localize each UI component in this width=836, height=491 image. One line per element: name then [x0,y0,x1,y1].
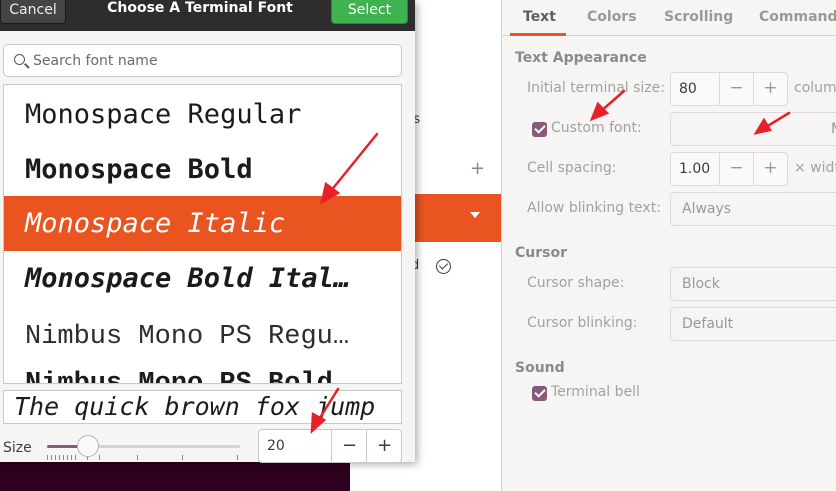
size-increment-button[interactable]: + [366,430,402,462]
font-chooser-dialog: Cancel Choose A Terminal Font Select Mon… [0,0,415,463]
cell-spacing-label: Cell spacing: [527,160,617,176]
preferences-panel: Text Colors Scrolling Command Text Appea… [502,0,836,491]
tab-text[interactable]: Text [523,9,556,25]
cursor-shape-value: Block [682,276,720,292]
cursor-shape-select[interactable]: Block [670,267,836,301]
cursor-blinking-select[interactable]: Default [670,307,836,341]
size-stepper[interactable]: 20 − + [258,429,402,463]
font-list-item[interactable]: Monospace Bold Ital… [4,251,401,306]
initial-size-label: Initial terminal size: [527,80,665,96]
cursor-blinking-label: Cursor blinking: [527,315,638,331]
font-list-item[interactable]: Monospace Bold [4,142,401,197]
cancel-button[interactable]: Cancel [0,0,66,24]
font-list-item[interactable]: Nimbus Mono PS Bold [4,357,401,383]
custom-font-label: Custom font: [551,120,642,136]
sound-heading: Sound [515,360,565,376]
size-slider-handle[interactable] [77,435,99,457]
add-profile-icon[interactable]: + [470,158,485,179]
tab-command[interactable]: Command [759,9,836,25]
tab-scrolling[interactable]: Scrolling [664,9,733,25]
custom-font-checkbox[interactable] [532,122,547,137]
width-suffix: × widt [794,160,836,176]
blinking-text-value: Always [682,201,732,217]
dialog-titlebar: Cancel Choose A Terminal Font Select [0,0,415,31]
cell-spacing-value[interactable]: 1.00 [679,161,710,177]
dropdown-arrow-icon[interactable] [470,212,480,218]
active-tab-indicator [510,33,566,36]
terminal-bell-checkbox[interactable] [532,386,547,401]
font-search-box[interactable] [3,44,402,77]
columns-suffix: colum [794,80,836,96]
tab-bar: Text Colors Scrolling Command [502,0,836,36]
tab-colors[interactable]: Colors [587,9,637,25]
custom-font-value: M [831,121,836,137]
custom-font-button[interactable]: M [670,112,836,146]
font-list-item-selected[interactable]: Monospace Italic [4,196,401,251]
terminal-bell-label: Terminal bell [551,384,640,400]
size-slider-track[interactable] [47,445,240,448]
terminal-background [0,462,350,491]
font-list: Monospace Regular Monospace Bold Monospa… [3,84,402,384]
select-button[interactable]: Select [331,0,408,24]
blinking-text-label: Allow blinking text: [527,200,661,216]
font-search-input[interactable] [33,51,383,71]
cursor-shape-label: Cursor shape: [527,275,625,291]
text-appearance-heading: Text Appearance [515,50,647,66]
size-label: Size [3,440,32,456]
size-value[interactable]: 20 [267,438,285,454]
increment-button[interactable]: + [753,73,787,105]
size-slider-ticks [47,455,240,461]
blinking-text-select[interactable]: Always [670,192,836,226]
increment-button[interactable]: + [753,153,787,185]
default-check-icon [436,259,451,274]
cursor-heading: Cursor [515,245,568,261]
font-list-item[interactable]: Monospace Regular [4,87,401,142]
initial-size-stepper[interactable]: 80 − + [670,72,788,106]
decrement-button[interactable]: − [719,153,753,185]
screen: rs + d Text Colors Scrolling Command Tex… [0,0,836,491]
cell-spacing-stepper[interactable]: 1.00 − + [670,152,788,186]
decrement-button[interactable]: − [719,73,753,105]
cursor-blinking-value: Default [682,316,734,332]
search-icon [14,54,25,65]
font-preview-entry[interactable]: The quick brown fox jump [3,390,402,424]
size-decrement-button[interactable]: − [331,430,367,462]
initial-size-value[interactable]: 80 [679,81,697,97]
dialog-title: Choose A Terminal Font [107,0,293,16]
